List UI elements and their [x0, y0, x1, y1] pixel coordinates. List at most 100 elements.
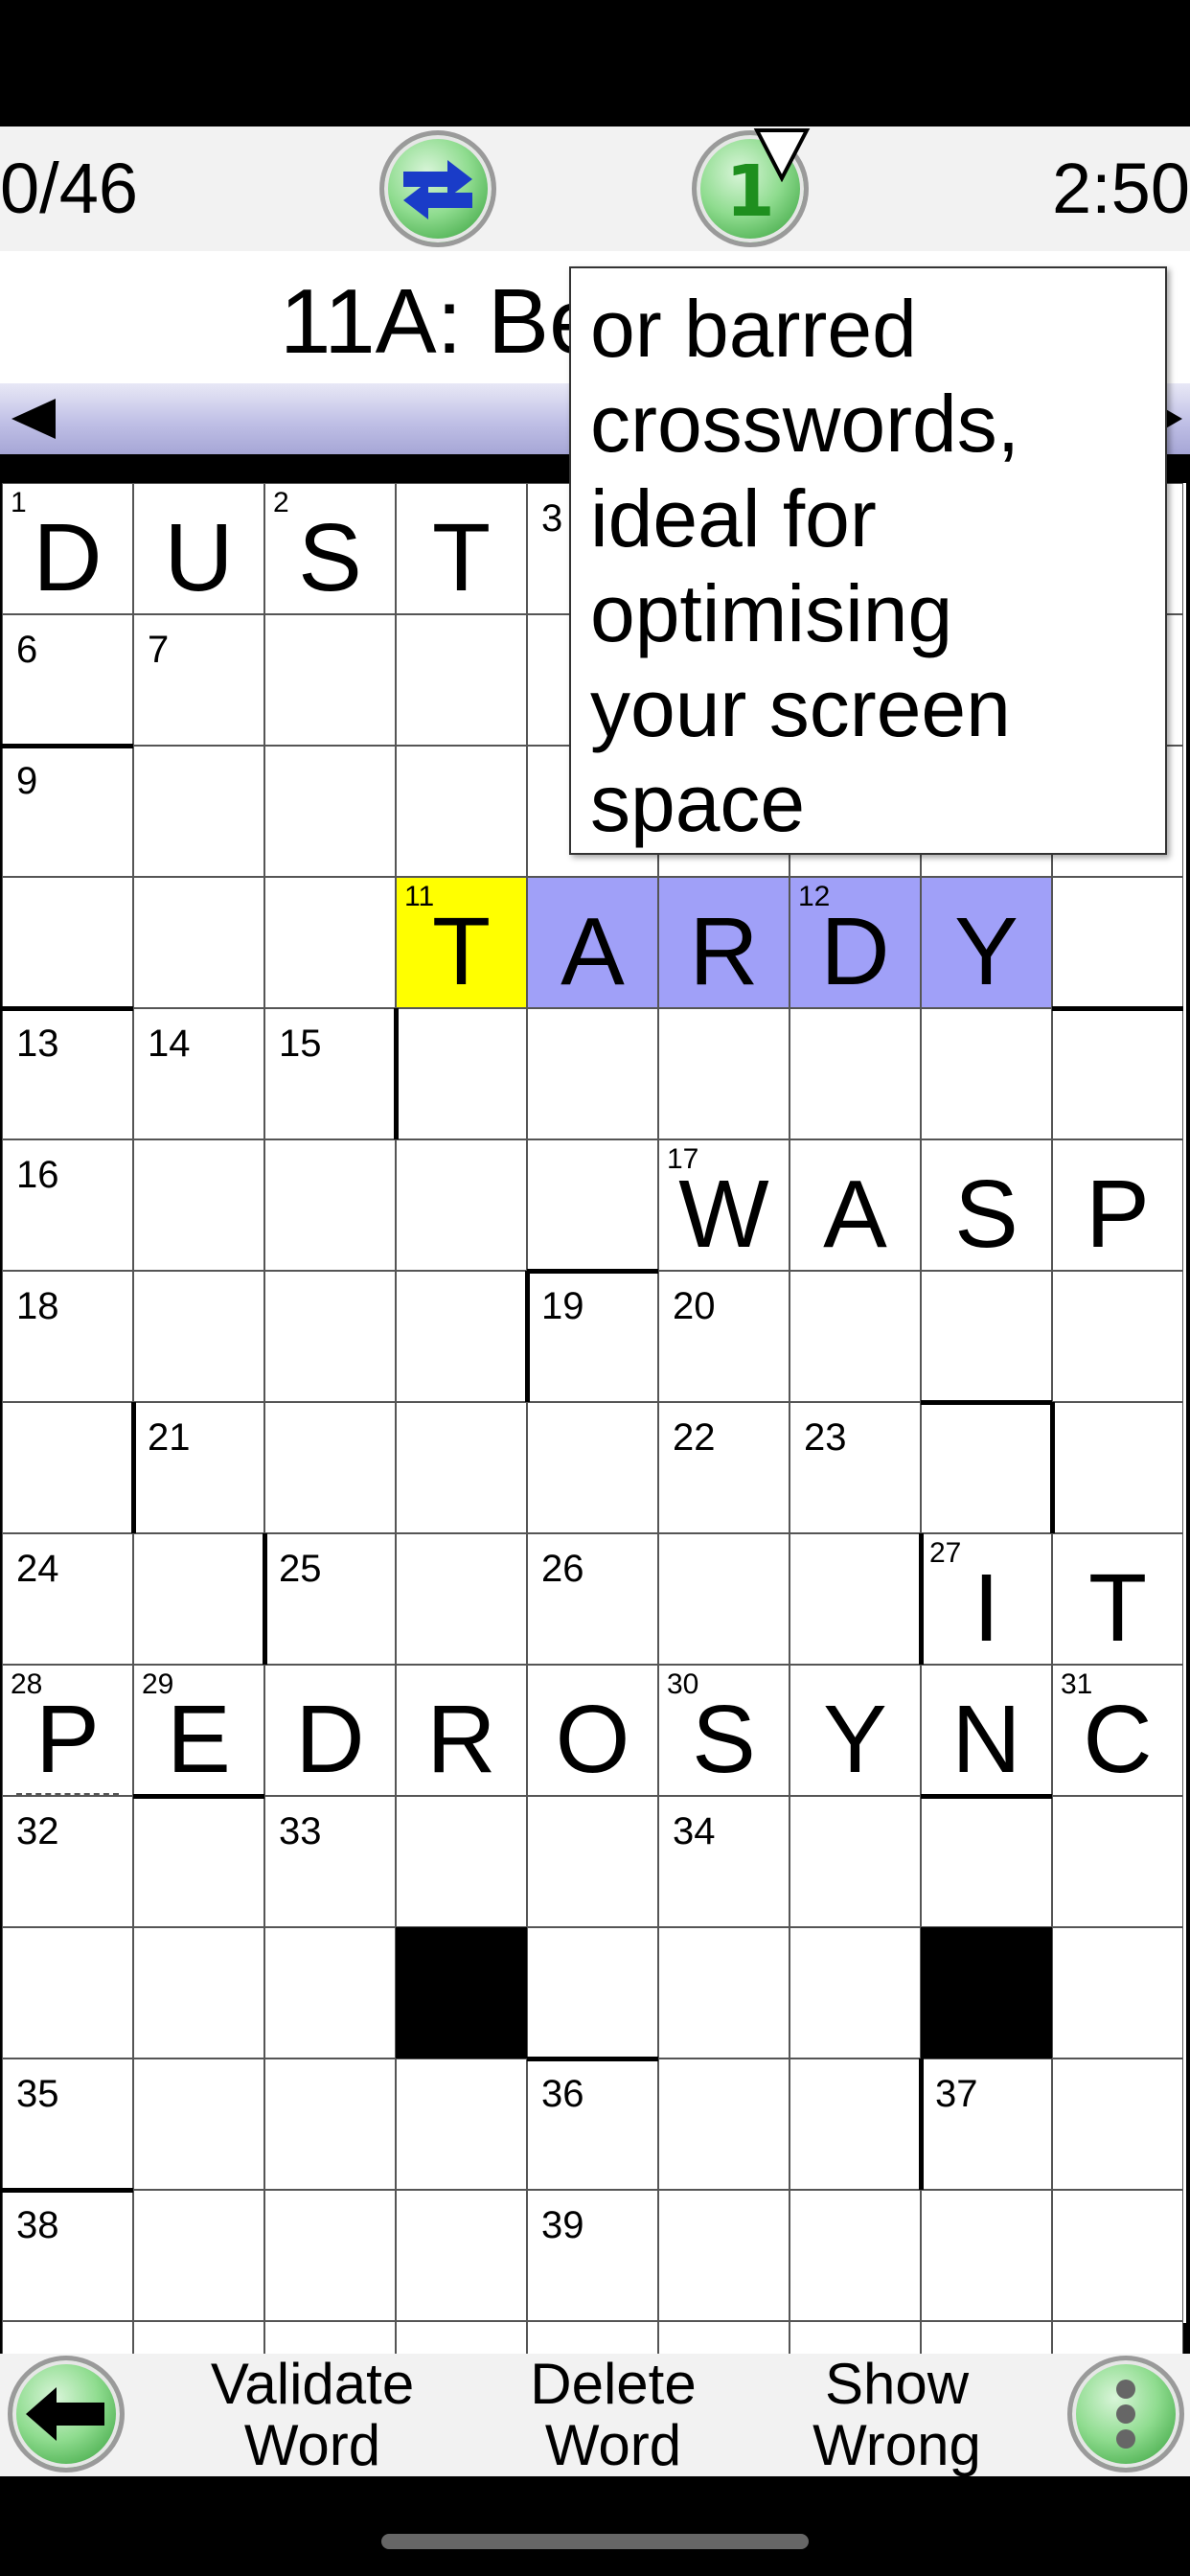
grid-cell[interactable]: [790, 1927, 921, 2058]
grid-cell[interactable]: [396, 1139, 527, 1271]
grid-cell[interactable]: [1052, 1796, 1183, 1927]
grid-cell[interactable]: [396, 1796, 527, 1927]
grid-cell[interactable]: [527, 1139, 658, 1271]
grid-cell[interactable]: 11 T: [396, 877, 527, 1008]
grid-cell[interactable]: [396, 746, 527, 877]
grid-cell[interactable]: T: [396, 483, 527, 614]
grid-cell[interactable]: [790, 2058, 921, 2190]
grid-cell[interactable]: 34: [658, 1796, 790, 1927]
grid-cell[interactable]: [790, 1796, 921, 1927]
grid-cell[interactable]: S: [921, 1139, 1052, 1271]
grid-cell[interactable]: [1052, 1271, 1183, 1402]
swap-direction-button[interactable]: [379, 130, 496, 247]
grid-cell[interactable]: [133, 1533, 264, 1665]
grid-cell[interactable]: [790, 1533, 921, 1665]
grid-cell[interactable]: 27 I: [921, 1533, 1052, 1665]
grid-cell[interactable]: 30 S: [658, 1665, 790, 1796]
grid-cell[interactable]: [264, 2058, 396, 2190]
grid-cell[interactable]: [790, 1271, 921, 1402]
grid-cell[interactable]: O: [527, 1665, 658, 1796]
grid-cell[interactable]: [264, 1927, 396, 2058]
grid-cell[interactable]: [921, 1008, 1052, 1139]
grid-cell[interactable]: 26: [527, 1533, 658, 1665]
grid-cell[interactable]: 22: [658, 1402, 790, 1533]
grid-cell[interactable]: [527, 1927, 658, 2058]
grid-cell[interactable]: 18: [2, 1271, 133, 1402]
show-wrong-button[interactable]: Show Wrong: [791, 2354, 1002, 2476]
delete-word-button[interactable]: Delete Word: [508, 2354, 719, 2476]
grid-cell[interactable]: [133, 1271, 264, 1402]
grid-cell[interactable]: 31 C: [1052, 1665, 1183, 1796]
grid-cell[interactable]: [264, 877, 396, 1008]
grid-cell[interactable]: [1052, 1927, 1183, 2058]
grid-cell[interactable]: [264, 2190, 396, 2321]
grid-cell[interactable]: [396, 1008, 527, 1139]
grid-cell[interactable]: [1052, 877, 1183, 1008]
grid-cell[interactable]: Y: [790, 1665, 921, 1796]
grid-cell[interactable]: P: [1052, 1139, 1183, 1271]
grid-cell[interactable]: [658, 1533, 790, 1665]
grid-cell[interactable]: A: [527, 877, 658, 1008]
grid-cell[interactable]: [1052, 1008, 1183, 1139]
grid-cell[interactable]: T: [1052, 1533, 1183, 1665]
grid-cell[interactable]: [1052, 2190, 1183, 2321]
grid-cell[interactable]: [527, 1008, 658, 1139]
grid-cell[interactable]: 15: [264, 1008, 396, 1139]
grid-cell[interactable]: [133, 746, 264, 877]
grid-cell[interactable]: [396, 1402, 527, 1533]
grid-cell[interactable]: 37: [921, 2058, 1052, 2190]
grid-cell[interactable]: [396, 2190, 527, 2321]
grid-cell[interactable]: [133, 1796, 264, 1927]
grid-cell[interactable]: 7: [133, 614, 264, 746]
grid-cell[interactable]: [527, 1402, 658, 1533]
grid-cell[interactable]: 23: [790, 1402, 921, 1533]
grid-cell[interactable]: [1052, 1402, 1183, 1533]
grid-cell[interactable]: 39: [527, 2190, 658, 2321]
grid-cell[interactable]: 21: [133, 1402, 264, 1533]
grid-cell[interactable]: [396, 1533, 527, 1665]
grid-cell[interactable]: [790, 1008, 921, 1139]
grid-cell[interactable]: 29 E: [133, 1665, 264, 1796]
grid-cell[interactable]: [2, 1927, 133, 2058]
grid-cell[interactable]: 19: [527, 1271, 658, 1402]
grid-cell[interactable]: [658, 1008, 790, 1139]
grid-cell[interactable]: R: [658, 877, 790, 1008]
grid-cell[interactable]: 17 W: [658, 1139, 790, 1271]
grid-cell[interactable]: [133, 1139, 264, 1271]
grid-cell[interactable]: [396, 1271, 527, 1402]
grid-cell[interactable]: 12 D: [790, 877, 921, 1008]
grid-cell[interactable]: A: [790, 1139, 921, 1271]
previous-clue-icon[interactable]: [8, 397, 59, 441]
grid-cell[interactable]: [264, 1402, 396, 1533]
grid-cell[interactable]: [790, 2190, 921, 2321]
grid-cell[interactable]: [921, 2190, 1052, 2321]
grid-cell[interactable]: 25: [264, 1533, 396, 1665]
grid-cell[interactable]: [1052, 2058, 1183, 2190]
grid-cell[interactable]: [264, 746, 396, 877]
grid-cell[interactable]: [133, 1927, 264, 2058]
grid-cell[interactable]: [133, 2190, 264, 2321]
grid-cell[interactable]: [658, 2058, 790, 2190]
grid-cell[interactable]: [658, 2190, 790, 2321]
grid-cell[interactable]: 32: [2, 1796, 133, 1927]
back-button[interactable]: [8, 2356, 125, 2472]
grid-cell[interactable]: Y: [921, 877, 1052, 1008]
grid-cell[interactable]: 20: [658, 1271, 790, 1402]
grid-cell[interactable]: 36: [527, 2058, 658, 2190]
grid-cell[interactable]: 14: [133, 1008, 264, 1139]
grid-cell[interactable]: [921, 1271, 1052, 1402]
grid-cell[interactable]: [527, 1796, 658, 1927]
grid-cell[interactable]: 24: [2, 1533, 133, 1665]
grid-cell[interactable]: [658, 1927, 790, 2058]
grid-cell[interactable]: [2, 1402, 133, 1533]
grid-cell[interactable]: [396, 614, 527, 746]
grid-cell[interactable]: 6: [2, 614, 133, 746]
grid-cell[interactable]: [133, 877, 264, 1008]
grid-cell[interactable]: 33: [264, 1796, 396, 1927]
grid-cell[interactable]: 1D: [2, 483, 133, 614]
grid-cell[interactable]: 2S: [264, 483, 396, 614]
grid-cell[interactable]: [264, 614, 396, 746]
more-options-button[interactable]: [1067, 2356, 1184, 2472]
grid-cell[interactable]: [2, 877, 133, 1008]
validate-word-button[interactable]: Validate Word: [188, 2354, 437, 2476]
